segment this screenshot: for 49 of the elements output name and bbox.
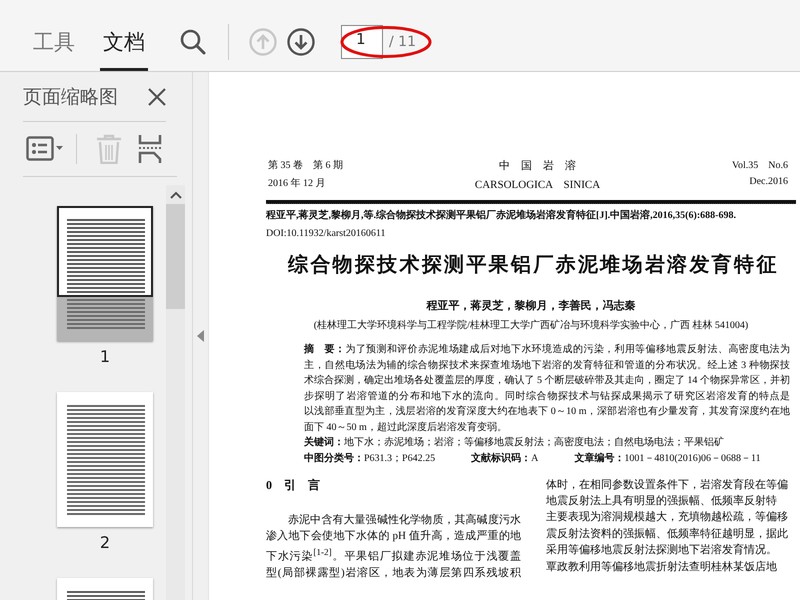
viewport-frame[interactable] [57, 206, 153, 297]
scrollbar[interactable] [166, 185, 185, 600]
body-text-line: 覃政教利用等偏移地震折射法查明桂林某饭店地 [546, 560, 778, 575]
abstract-line: 以浅部垂直型为主，浅层岩溶的发育深度大约在地表下 0～10 m，深部岩溶也有少量发育，其发育深度约在地 [304, 404, 790, 419]
classification-text: 文章编号：1001－4810(2016)06－0688－11 [574, 451, 761, 466]
body-text-line: 型(局部裸露型)岩溶区，地表为薄层第四系残坡积 [266, 566, 521, 582]
abstract-line: 主，自然电场法为辅的综合物探技术来探查堆场地下岩溶的发育特征和管道的分布状况。经上述 3 种物探技 [304, 358, 790, 372]
search-icon[interactable] [180, 28, 206, 54]
options-icon[interactable] [26, 136, 64, 162]
journal-header-text: 2016 年 12 月 [268, 177, 326, 190]
toolbar-tab[interactable]: 工具 [30, 12, 78, 71]
journal-header-text: 中 国 岩 溶 [499, 158, 576, 173]
author-list: 程亚平，蒋灵芝，黎柳月，李善民，冯志秦 [266, 298, 796, 313]
citation-text: 程亚平,蒋灵芝,黎柳月,等.综合物探技术探测平果铝厂赤泥堆场岩溶发育特征[J].中国岩溶,2016,35(6):688-698. [266, 208, 737, 222]
body-text-line: 采用等偏移地震反射法探测地下岩溶发育情况。 [546, 542, 778, 558]
page-total: / 11 [389, 34, 416, 50]
page-number-label: 2 [98, 533, 112, 552]
abstract-line: 步探明了岩溶管道的分布和地下水的流向。同时综合物探技术与钻探成果揭示了研究区岩溶发育的特点是 [304, 390, 790, 404]
doi-text: DOI:10.11932/karst20160611 [266, 228, 387, 239]
body-text-line: 赤泥中含有大量强碱性化学物质，其高碱度污水 [287, 512, 521, 528]
page-thumbnail[interactable] [57, 392, 153, 527]
extract-pages-icon[interactable] [138, 134, 162, 164]
arrow-down-circle-icon[interactable] [287, 28, 315, 56]
classification-text: 中图分类号：P631.3；P642.25 [304, 452, 436, 466]
journal-header-text: CARSOLOGICA SINICA [474, 178, 600, 192]
scrollbar-thumb[interactable] [166, 204, 185, 309]
article-title: 综合物探技术探测平果铝厂赤泥堆场岩溶发育特征 [288, 251, 780, 278]
page-number-label: 1 [98, 347, 112, 366]
classification-text: 文献标识码：A [471, 452, 538, 466]
body-text-line: 主要表现为溶洞规模越大，充填物越松疏，等偏移 [546, 510, 789, 526]
close-icon[interactable] [148, 88, 166, 106]
abstract-line: 术综合探测，确定出堆场各处覆盖层的厚度，确认了 5 个断层破碎带及其走向，圈定了 14 个物探异常区，并初 [304, 374, 790, 388]
keywords-line: 关键词：地下水；赤泥堆场；岩溶；等偏移地震反射法；高密度电法；自然电场电法；平果铝矿 [304, 436, 725, 450]
panel-title: 页面缩略图 [23, 84, 118, 110]
section-heading: 0 引 言 [266, 476, 321, 492]
body-text-line: 渗入地下会使地下水体的 pH 值升高，造成严重的地 [266, 528, 521, 544]
scroll-up-icon[interactable] [170, 191, 182, 199]
collapse-arrow-icon[interactable] [197, 330, 204, 342]
body-text-line: 体时，在相同参数设置条件下，岩溶发育段在等偏 [546, 478, 789, 492]
journal-header-text: Vol.35 No.6 [732, 159, 788, 172]
body-text-line: 下水污染$^{[1-2]}$。平果铝厂拟建赤泥堆场位于浅覆盖 [266, 546, 521, 565]
body-text-line: 地震反射法上具有明显的强振幅、低频率反射特 [546, 494, 778, 509]
body-text-line: 震反射法资料的强振幅、低频率特征越明显，据此 [546, 526, 789, 542]
abstract-line: 摘 要：为了预测和评价赤泥堆场建成后对地下水环境造成的污染，利用等偏移地震反射法、高密度电法为 [304, 342, 790, 357]
journal-header-text: 第 35 卷 第 6 期 [268, 158, 343, 172]
page-thumbnail[interactable] [57, 206, 153, 341]
affiliation-text: (桂林理工大学环境科学与工程学院/桂林理工大学广西矿冶与环境科学实验中心，广西 桂林 541004) [312, 318, 750, 332]
journal-header-text: Dec.2016 [749, 176, 788, 187]
abstract-line: 面下 40～50 m，超过此深度后岩溶发育变弱。 [304, 420, 508, 434]
